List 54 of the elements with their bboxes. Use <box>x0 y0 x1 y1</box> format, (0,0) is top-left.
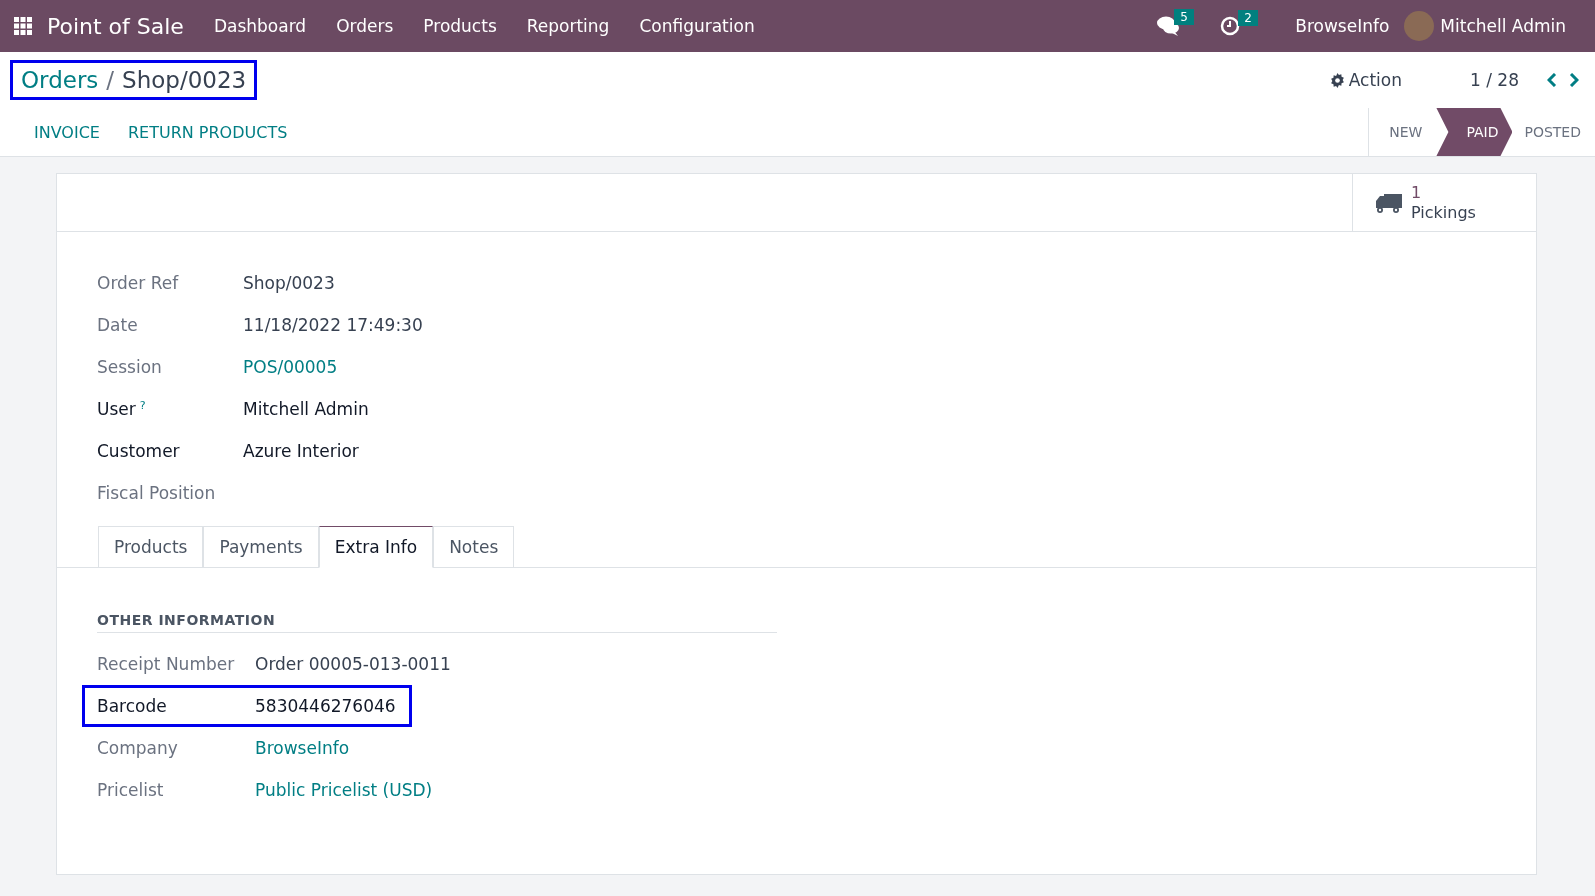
settings-icon <box>1329 72 1345 88</box>
nav-menu-item[interactable]: Reporting <box>511 16 625 36</box>
field-label: User <box>97 399 136 419</box>
header-button[interactable]: INVOICE <box>20 108 114 156</box>
smart-button-count: 1 <box>1411 182 1423 203</box>
header-button[interactable]: RETURN PRODUCTS <box>113 108 302 156</box>
truck-icon <box>1375 191 1403 214</box>
app-title[interactable]: Point of Sale <box>32 13 199 39</box>
action-button[interactable]: Action <box>1323 69 1408 91</box>
notification-badge: 5 <box>1174 9 1194 25</box>
pager-value[interactable]: 1 / 28 <box>1470 70 1519 90</box>
breadcrumb-separator: / <box>106 67 115 93</box>
field-label: Customer <box>97 441 180 461</box>
notebook-tab[interactable]: Payments <box>203 526 319 568</box>
section-heading: OTHER INFORMATION <box>97 612 777 633</box>
breadcrumb-link[interactable]: Orders <box>21 67 99 93</box>
nav-menu-item[interactable]: Products <box>408 16 512 36</box>
notification-badge: 2 <box>1238 10 1258 26</box>
status-step[interactable]: NEW <box>1377 108 1437 156</box>
field-label: Barcode <box>97 696 167 716</box>
field-link[interactable]: POS/00005 <box>243 357 409 377</box>
field-link[interactable]: BrowseInfo <box>255 738 409 758</box>
chevron-right-icon <box>1569 73 1579 87</box>
nav-menu-item[interactable]: Orders <box>321 16 409 36</box>
help-tooltip[interactable]: ? <box>139 399 146 419</box>
breadcrumb-current: Shop/0023 <box>122 67 247 93</box>
nav-menu-item[interactable]: Dashboard <box>198 16 322 36</box>
field-value: 5830446276046 <box>255 696 397 716</box>
notebook-tab[interactable]: Notes <box>433 526 515 568</box>
field-link[interactable]: Public Pricelist (USD) <box>255 780 433 800</box>
field-label: Order Ref <box>97 273 179 293</box>
field-label: Receipt Number <box>97 654 235 674</box>
field-label: Fiscal Position <box>97 483 216 503</box>
field-value: 11/18/2022 17:49:30 <box>243 315 423 335</box>
user-menu[interactable]: Mitchell Admin <box>1440 16 1581 36</box>
field-value: Mitchell Admin <box>243 399 370 419</box>
field-label: Session <box>97 357 162 377</box>
field-label: Company <box>97 738 178 758</box>
field-value: Order 00005-013-0011 <box>255 654 451 674</box>
field-label: Date <box>97 315 138 335</box>
status-step[interactable]: POSTED <box>1512 108 1595 156</box>
notebook-tab[interactable]: Products <box>98 526 204 568</box>
clock-icon[interactable] <box>1220 16 1241 36</box>
smart-button-label: Pickings <box>1411 202 1476 223</box>
apps-grid-icon[interactable] <box>14 17 32 35</box>
notebook-tab[interactable]: Extra Info <box>318 526 434 568</box>
company-switcher[interactable]: BrowseInfo <box>1280 16 1405 36</box>
field-value: Shop/0023 <box>243 273 336 293</box>
field-value: Azure Interior <box>243 441 360 461</box>
field-label: Pricelist <box>97 780 164 800</box>
status-step[interactable]: PAID <box>1436 108 1513 156</box>
nav-menu-item[interactable]: Configuration <box>624 16 770 36</box>
pickings-smart-button[interactable]: 1 Pickings <box>1352 174 1536 231</box>
chevron-left-icon <box>1547 73 1557 87</box>
